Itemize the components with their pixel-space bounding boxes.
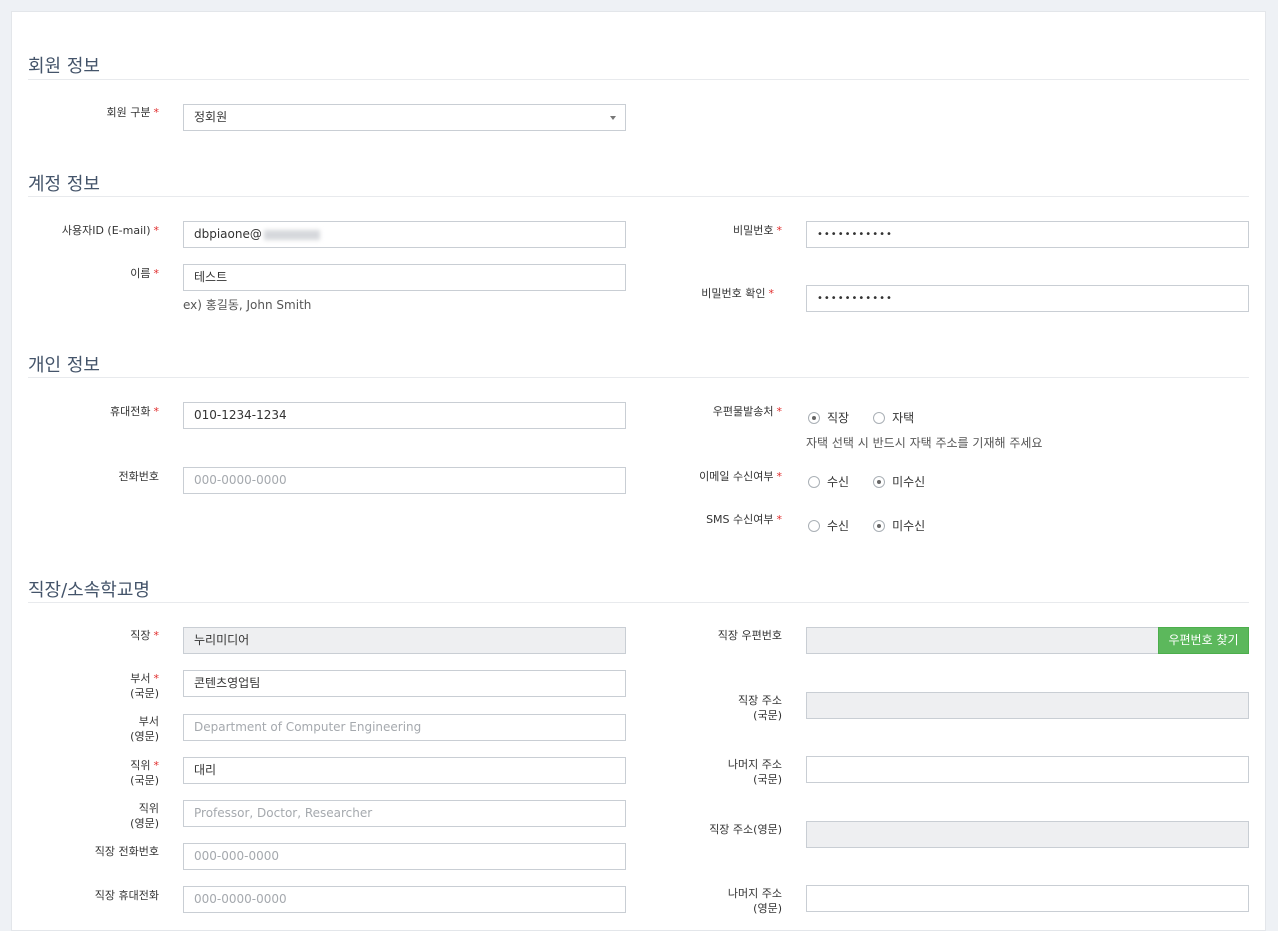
email-consent-option-no[interactable]: 미수신 [873, 473, 925, 490]
divider [28, 79, 1249, 80]
name-field[interactable]: 테스트 [183, 264, 626, 291]
divider [28, 377, 1249, 378]
position-ko-field[interactable]: 대리 [183, 757, 626, 784]
dept-en-label: 부서 (영문) [130, 715, 159, 743]
addr-rest-ko-label: 나머지 주소 (국문) [727, 758, 782, 786]
password-label: 비밀번호 * [733, 224, 782, 237]
zip-field[interactable] [806, 627, 1159, 654]
email-consent-radio-group: 수신 미수신 [808, 473, 949, 490]
password-confirm-field[interactable]: ••••••••••• [806, 285, 1249, 312]
member-type-select[interactable]: 정회원 [183, 104, 626, 131]
mail-dest-radio-group: 직장 자택 [808, 409, 938, 426]
dept-en-field[interactable]: Department of Computer Engineering [183, 714, 626, 741]
name-hint: ex) 홍길동, John Smith [183, 298, 312, 312]
addr-ko-label: 직장 주소 (국문) [738, 694, 782, 722]
zip-label: 직장 우편번호 [717, 629, 782, 642]
divider [28, 196, 1249, 197]
email-consent-option-yes[interactable]: 수신 [808, 473, 849, 490]
position-en-label: 직위 (영문) [130, 802, 159, 830]
radio-checked[interactable] [873, 519, 886, 532]
form-panel: 회원 정보 회원 구분 * 정회원 계정 정보 사용자ID (E-mail) * d… [11, 11, 1266, 931]
dept-ko-label: 부서 * (국문) [130, 672, 159, 700]
mobile-label: 휴대전화 * [110, 405, 159, 418]
addr-ko-field[interactable] [806, 692, 1249, 719]
sms-consent-option-no[interactable]: 미수신 [873, 517, 925, 534]
addr-rest-ko-field[interactable] [806, 756, 1249, 783]
mobile-field[interactable]: 010-1234-1234 [183, 402, 626, 429]
section-title-workplace: 직장/소속학교명 [28, 580, 150, 601]
radio-unchecked[interactable] [808, 475, 820, 488]
work-phone-label: 직장 전화번호 [94, 845, 159, 858]
section-title-account: 계정 정보 [28, 174, 100, 195]
mail-dest-option-work[interactable]: 직장 [808, 409, 849, 426]
work-phone-field[interactable]: 000-000-0000 [183, 843, 626, 870]
chevron-down-icon [610, 116, 616, 120]
company-label: 직장 * [130, 629, 159, 642]
dept-ko-field[interactable]: 콘텐츠영업팀 [183, 670, 626, 697]
member-type-label: 회원 구분 * [106, 106, 159, 119]
userid-label: 사용자ID (E-mail) * [61, 224, 159, 237]
find-zip-button[interactable]: 우편번호 찾기 [1158, 627, 1249, 654]
position-en-field[interactable]: Professor, Doctor, Researcher [183, 800, 626, 827]
addr-rest-en-label: 나머지 주소 (영문) [727, 887, 782, 915]
radio-checked[interactable] [873, 475, 886, 488]
mail-dest-option-home[interactable]: 자택 [873, 409, 914, 426]
name-label: 이름 * [130, 267, 159, 280]
addr-en-label: 직장 주소(영문) [709, 823, 782, 836]
radio-unchecked[interactable] [873, 411, 886, 424]
addr-en-field[interactable] [806, 821, 1249, 848]
sms-consent-label: SMS 수신여부 * [706, 513, 782, 526]
phone-label: 전화번호 [118, 470, 159, 483]
section-title-personal: 개인 정보 [28, 355, 100, 376]
sms-consent-radio-group: 수신 미수신 [808, 517, 949, 534]
phone-field[interactable]: 000-0000-0000 [183, 467, 626, 494]
userid-field[interactable]: dbpiaone@ [183, 221, 626, 248]
mail-dest-label: 우편물발송처 * [712, 405, 782, 418]
divider [28, 602, 1249, 603]
radio-unchecked[interactable] [808, 519, 820, 532]
email-consent-label: 이메일 수신여부 * [699, 470, 782, 483]
position-ko-label: 직위 * (국문) [130, 759, 159, 787]
company-field[interactable]: 누리미디어 [183, 627, 626, 654]
password-confirm-label: 비밀번호 확인 * [701, 287, 774, 300]
section-title-member: 회원 정보 [28, 56, 100, 77]
radio-checked[interactable] [808, 411, 820, 424]
sms-consent-option-yes[interactable]: 수신 [808, 517, 849, 534]
work-mobile-label: 직장 휴대전화 [94, 889, 159, 902]
mail-dest-hint: 자택 선택 시 반드시 자택 주소를 기재해 주세요 [806, 436, 1043, 450]
work-mobile-field[interactable]: 000-0000-0000 [183, 886, 626, 913]
redacted-domain [263, 229, 320, 240]
password-field[interactable]: ••••••••••• [806, 221, 1249, 248]
